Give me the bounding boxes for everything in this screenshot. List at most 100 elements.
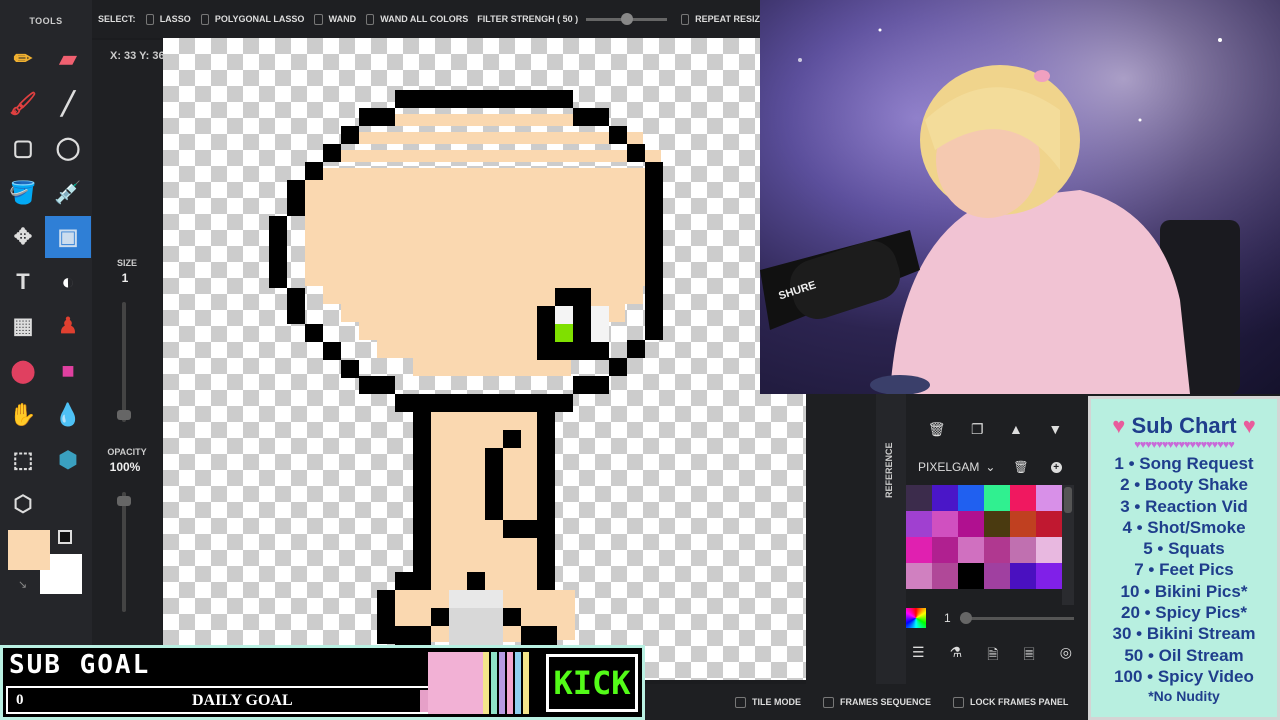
palette-swatch[interactable] [1036,563,1062,589]
circle-tool-icon[interactable]: ◯ [53,133,83,163]
palette-swatch[interactable] [1010,563,1036,589]
dither-tool-icon[interactable]: ▦ [8,311,38,341]
reset-colors-icon[interactable]: ↘ [18,578,30,591]
sub-goal-current: 0 [16,692,24,708]
hand-tool-icon[interactable]: ✋ [8,400,38,430]
list-icon[interactable]: ☰ [912,644,925,664]
heart-icon: ♥ [1242,413,1256,438]
duplicate-frame-icon[interactable]: ❐ [971,421,984,438]
palette-scrollbar[interactable] [1062,485,1074,605]
kick-logo: KICK [546,654,638,712]
palette-swatch[interactable] [1010,537,1036,563]
swap-colors-icon[interactable] [58,530,72,544]
sub-chart-item: 4 • Shot/Smoke [1122,517,1246,537]
chevron-down-icon[interactable]: ⌄ [985,460,995,474]
move-up-icon[interactable]: ▲ [1009,421,1023,437]
palette-swatch[interactable] [1010,485,1036,511]
file-icon[interactable]: 🗎 [987,644,998,664]
polygonal-lasso-checkbox[interactable] [200,13,209,25]
blob-tool-icon[interactable]: ⬢ [53,445,83,475]
sub-chart-title: Sub Chart [1131,413,1237,438]
cursor-coordinates: X: 33 Y: 36 [110,50,165,62]
flask-icon[interactable]: ⚗ [950,644,963,664]
palette-swatch[interactable] [932,511,958,537]
repeat-resize-label: REPEAT RESIZ [695,14,760,24]
palette-swatch[interactable] [958,511,984,537]
palette-swatch[interactable] [932,537,958,563]
frames-sequence-checkbox[interactable] [823,696,834,708]
export-icon[interactable]: 🗏 [1023,644,1034,664]
palette-swatch[interactable] [1036,537,1062,563]
wand-checkbox[interactable] [314,13,323,25]
gradient-tool-icon[interactable]: ■ [53,356,83,386]
text-tool-icon[interactable]: T [8,267,38,297]
sub-chart-item: 7 • Feet Pics [1134,560,1234,580]
opacity-slider[interactable] [117,492,131,612]
pixel-art-drawing [269,90,663,648]
palette-name[interactable]: PIXELGAM [918,460,979,474]
polygonal-lasso-label: POLYGONAL LASSO [214,14,305,24]
palette-swatch[interactable] [1010,511,1036,537]
tile-mode-checkbox[interactable] [735,696,746,708]
crop-tool-icon[interactable]: ⬚ [8,445,38,475]
palette-swatch[interactable] [906,563,932,589]
sub-chart-note: *No Nudity [1148,688,1220,705]
palette-swatch[interactable] [958,563,984,589]
blur-tool-icon[interactable]: 💧 [53,400,83,430]
select-rect-tool-icon[interactable]: ▣ [45,216,91,258]
pencil-tool-icon[interactable]: ✏ [8,44,38,74]
opacity-value: 100% [109,460,141,474]
palette-swatch[interactable] [984,537,1010,563]
reference-tab[interactable]: REFERENCE [884,438,898,498]
palette-swatch[interactable] [932,485,958,511]
wand-all-colors-checkbox[interactable] [366,13,375,25]
eyedropper-tool-icon[interactable]: 💉 [53,178,83,208]
lasso-checkbox[interactable] [145,13,154,25]
palette-swatch[interactable] [1036,485,1062,511]
frame-slider[interactable] [960,612,1074,624]
select-label: SELECT: [98,14,136,24]
color-replace-tool-icon[interactable]: ⬤ [8,356,38,386]
primary-color-swatch[interactable] [8,530,50,570]
frame-value: 1 [944,611,951,625]
palette-swatch[interactable] [984,563,1010,589]
sub-chart-item: 5 • Squats [1143,539,1225,559]
palette-swatch[interactable] [906,511,932,537]
palette-swatch[interactable] [958,485,984,511]
add-palette-icon[interactable]: + [1050,461,1062,473]
settings-icon[interactable]: ◎ [1060,644,1072,664]
heart-icon: ♥ [1112,413,1126,438]
sub-chart-item: 3 • Reaction Vid [1120,496,1248,516]
brush-tool-icon[interactable]: 🖌 [8,89,38,119]
palette-swatch[interactable] [906,485,932,511]
drawing-canvas[interactable] [163,38,806,680]
palette-swatch[interactable] [958,537,984,563]
bucket-tool-icon[interactable]: 🪣 [8,178,38,208]
filter-strength-label: FILTER STRENGH ( 50 ) [477,14,579,24]
opacity-label: OPACITY [107,447,147,457]
line-tool-icon[interactable]: ╱ [53,89,83,119]
repeat-resize-checkbox[interactable] [681,13,690,25]
sub-chart-item: 30 • Bikini Stream [1112,624,1256,644]
palette-swatch[interactable] [984,511,1010,537]
stamp-tool-icon[interactable]: ♟ [53,311,83,341]
palette-swatch[interactable] [984,485,1010,511]
3d-tool-icon[interactable]: ⬡ [8,489,38,519]
shade-tool-icon[interactable]: ◐ [53,267,83,297]
move-tool-icon[interactable]: ✥ [8,222,38,252]
color-picker-icon[interactable] [906,608,926,628]
palette-swatch[interactable] [932,563,958,589]
lock-frames-checkbox[interactable] [953,696,965,708]
palette-swatch[interactable] [1036,511,1062,537]
size-slider[interactable] [117,302,131,422]
palette-header: PIXELGAM ⌄ 🗑︎ + [906,454,1076,480]
rectangle-tool-icon[interactable]: ▢ [8,133,38,163]
palette-swatch[interactable] [906,537,932,563]
delete-palette-icon[interactable]: 🗑︎ [1013,460,1028,474]
filter-strength-slider[interactable] [586,12,667,25]
eraser-tool-icon[interactable]: ▰ [53,44,83,74]
stripe-rose [507,652,513,714]
delete-frame-icon[interactable]: 🗑︎ [928,421,946,438]
move-down-icon[interactable]: ▼ [1048,421,1062,437]
sub-goal-bar: 0 DAILY GOAL 30 [6,686,456,714]
